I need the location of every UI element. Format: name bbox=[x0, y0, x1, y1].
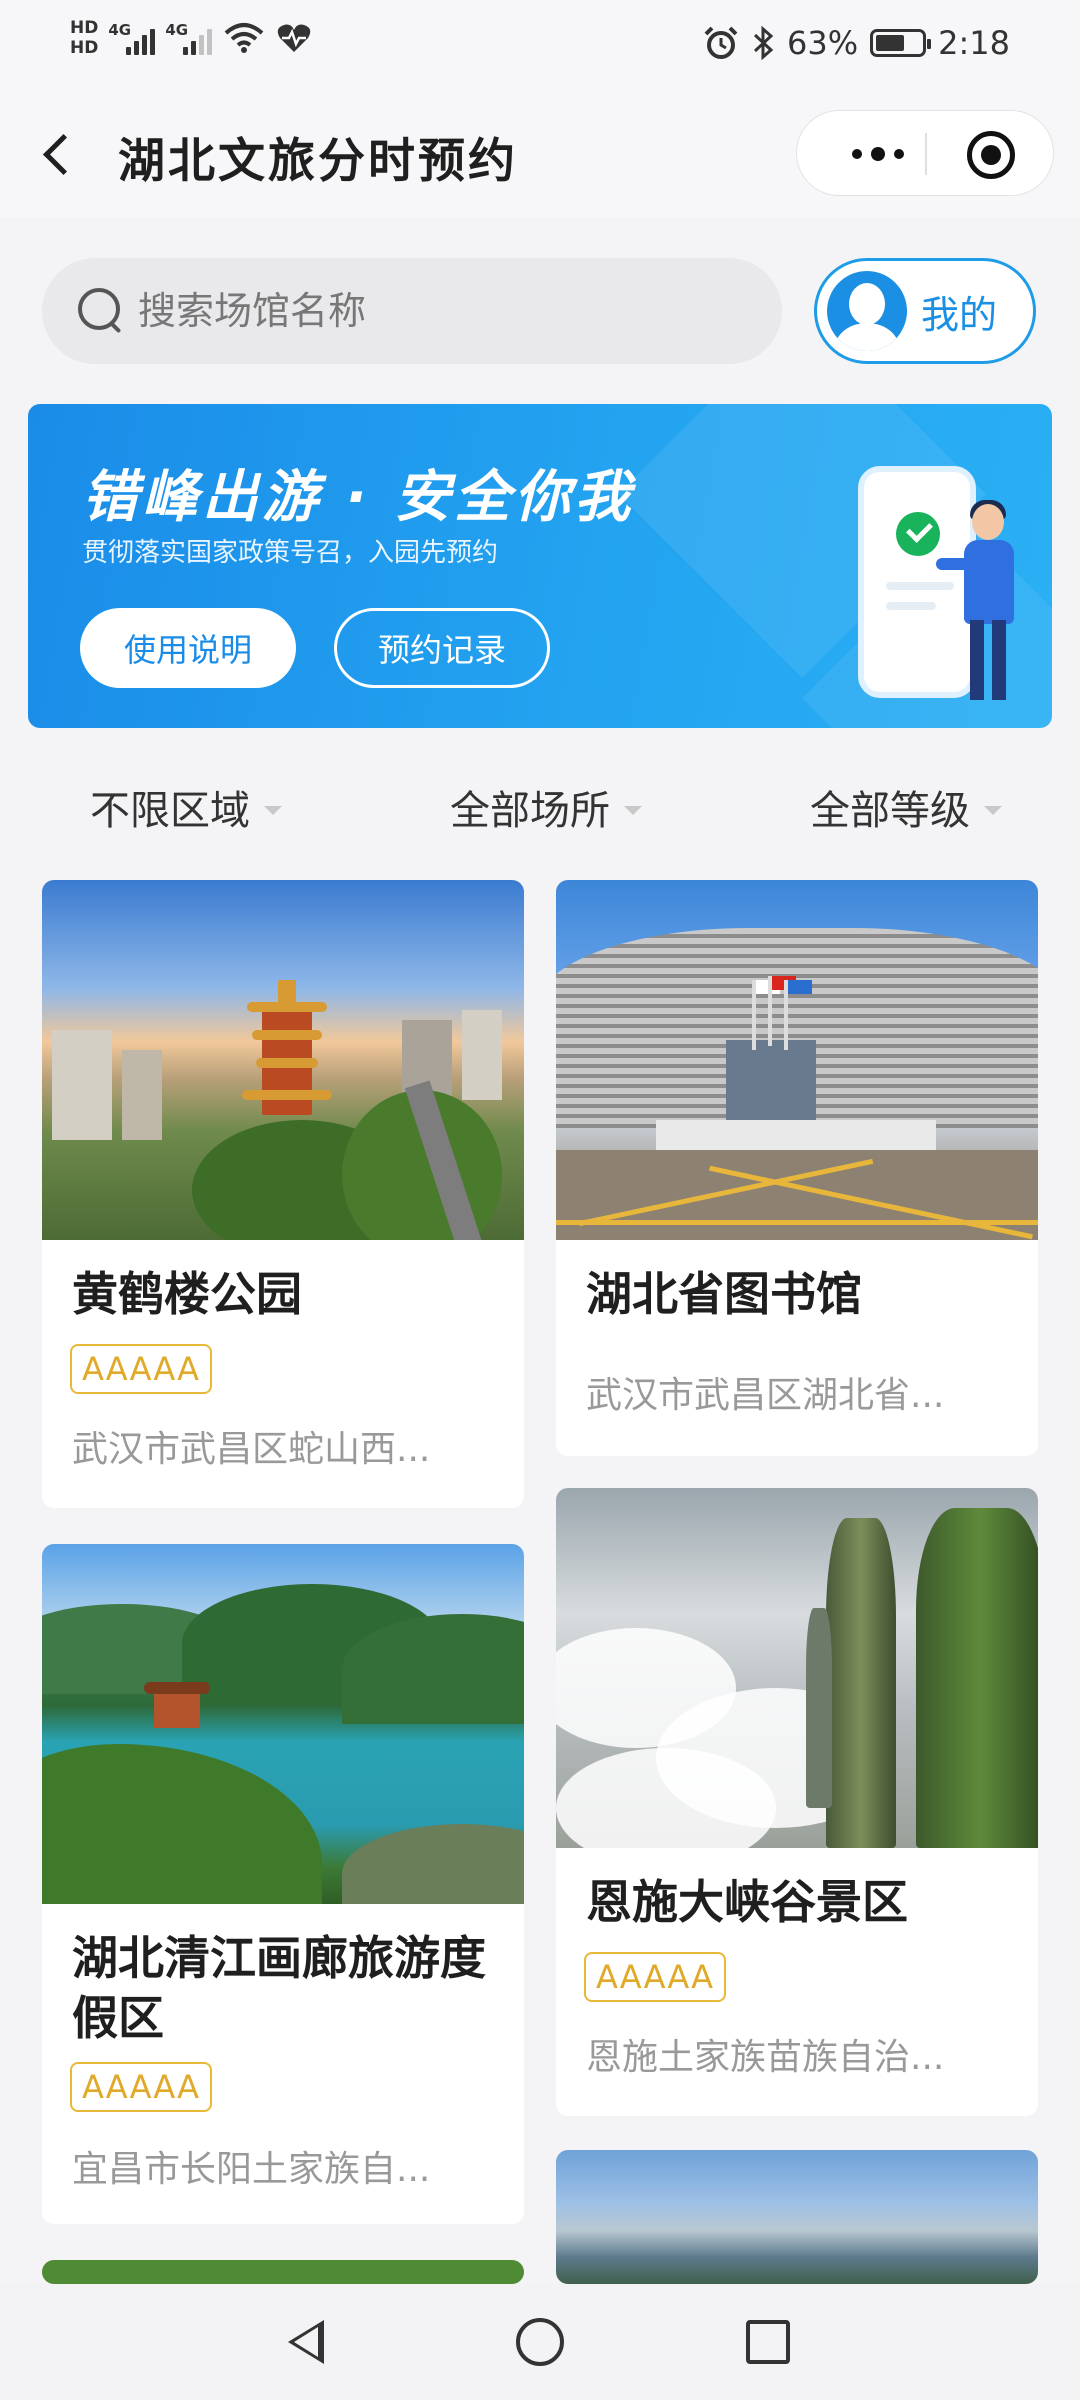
nav-recent-apps-icon[interactable] bbox=[746, 2320, 790, 2364]
venue-address: 宜昌市长阳土家族自... bbox=[72, 2149, 431, 2190]
search-input[interactable] bbox=[138, 258, 758, 364]
venue-card[interactable] bbox=[556, 2150, 1038, 2284]
venue-address: 武汉市武昌区蛇山西... bbox=[72, 1429, 431, 1470]
venue-address: 武汉市武昌区湖北省... bbox=[586, 1375, 945, 1416]
rating-badge: AAAAA bbox=[70, 2062, 213, 2112]
miniprogram-capsule bbox=[796, 110, 1054, 196]
status-right: 63% 2:18 bbox=[703, 24, 1010, 62]
filter-region-label: 不限区域 bbox=[90, 788, 250, 834]
venue-name: 湖北省图书馆 bbox=[586, 1267, 862, 1321]
venue-photo bbox=[556, 1488, 1038, 1848]
mine-button[interactable]: 我的 bbox=[814, 258, 1036, 364]
heart-rate-icon bbox=[278, 24, 311, 52]
venue-name: 恩施大峡谷景区 bbox=[586, 1875, 908, 1929]
venue-card[interactable]: 湖北清江画廊旅游度假区 AAAAA 宜昌市长阳土家族自... bbox=[42, 1544, 524, 2224]
page-title: 湖北文旅分时预约 bbox=[118, 134, 518, 189]
venue-card[interactable]: 黄鹤楼公园 AAAAA 武汉市武昌区蛇山西... bbox=[42, 880, 524, 1508]
wifi-icon bbox=[225, 23, 264, 53]
signal-icon-2: 4G bbox=[165, 21, 213, 55]
alarm-icon bbox=[704, 26, 738, 59]
banner-subtitle: 贯彻落实国家政策号召，入园先预约 bbox=[82, 538, 499, 568]
person-illustration bbox=[936, 500, 1028, 704]
status-left: HD HD 4G 4G bbox=[70, 18, 312, 58]
usage-guide-button[interactable]: 使用说明 bbox=[80, 608, 296, 688]
booking-records-button[interactable]: 预约记录 bbox=[334, 608, 550, 688]
rating-badge: AAAAA bbox=[584, 1952, 727, 2002]
banner-title: 错峰出游 · 安全你我 bbox=[82, 465, 635, 530]
venue-card[interactable]: 恩施大峡谷景区 AAAAA 恩施土家族苗族自治... bbox=[556, 1488, 1038, 2116]
venue-address: 恩施土家族苗族自治... bbox=[586, 2037, 945, 2078]
rating-badge: AAAAA bbox=[70, 1344, 213, 1394]
nav-back-icon[interactable] bbox=[288, 2320, 324, 2364]
title-bar: 湖北文旅分时预约 bbox=[0, 92, 1080, 218]
venue-photo bbox=[556, 880, 1038, 1240]
battery-icon bbox=[870, 29, 932, 57]
mine-label: 我的 bbox=[921, 292, 998, 337]
filter-bar: 不限区域 全部场所 全部等级 bbox=[0, 748, 1080, 868]
venue-name: 黄鹤楼公园 bbox=[72, 1267, 302, 1321]
caret-down-icon bbox=[624, 805, 642, 815]
filter-level-label: 全部等级 bbox=[810, 788, 970, 834]
system-navigation-bar bbox=[0, 2284, 1080, 2400]
status-bar: HD HD 4G 4G 63% 2:18 bbox=[0, 0, 1080, 92]
battery-percent: 63% bbox=[787, 24, 859, 62]
network-type-1: 4G bbox=[108, 21, 132, 39]
bluetooth-icon bbox=[753, 25, 774, 61]
more-dots-icon[interactable] bbox=[833, 111, 923, 197]
filter-venue-label: 全部场所 bbox=[450, 788, 610, 834]
filter-region[interactable]: 不限区域 bbox=[90, 778, 282, 836]
filter-venue[interactable]: 全部场所 bbox=[450, 778, 642, 836]
filter-level[interactable]: 全部等级 bbox=[810, 778, 1002, 836]
hd-indicator: HD HD bbox=[70, 18, 98, 58]
capsule-divider bbox=[925, 133, 927, 175]
caret-down-icon bbox=[264, 805, 282, 815]
venue-photo bbox=[556, 2150, 1038, 2284]
venue-photo bbox=[42, 2260, 524, 2284]
caret-down-icon bbox=[984, 805, 1002, 815]
user-avatar-icon bbox=[827, 271, 907, 351]
search-bar[interactable] bbox=[42, 258, 782, 364]
venue-card[interactable]: 湖北省图书馆 武汉市武昌区湖北省... bbox=[556, 880, 1038, 1456]
venue-photo bbox=[42, 1544, 524, 1904]
search-icon bbox=[76, 286, 122, 332]
venue-card[interactable] bbox=[42, 2260, 524, 2284]
venue-name: 湖北清江画廊旅游度假区 bbox=[72, 1931, 486, 2045]
signal-icon-1: 4G bbox=[108, 21, 156, 55]
network-type-2: 4G bbox=[165, 21, 189, 39]
nav-home-icon[interactable] bbox=[516, 2318, 564, 2366]
back-chevron-icon[interactable] bbox=[36, 122, 80, 186]
target-close-icon[interactable] bbox=[967, 131, 1015, 179]
hd-label-1: HD bbox=[70, 18, 99, 38]
clock-time: 2:18 bbox=[938, 24, 1010, 62]
check-icon bbox=[896, 512, 940, 556]
venue-photo bbox=[42, 880, 524, 1240]
hd-label-2: HD bbox=[70, 38, 99, 58]
promo-banner: 错峰出游 · 安全你我 贯彻落实国家政策号召，入园先预约 使用说明 预约记录 bbox=[28, 404, 1052, 728]
